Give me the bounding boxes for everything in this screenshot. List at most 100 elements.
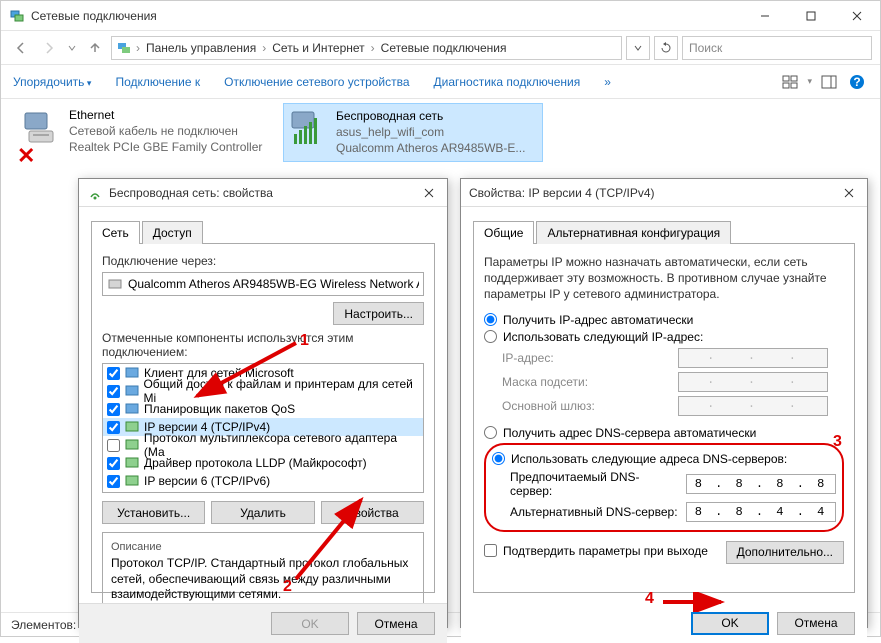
wifi-icon [288, 108, 328, 148]
dns-manual-radio[interactable]: Использовать следующие адреса DNS-сервер… [492, 452, 836, 466]
recent-button[interactable] [65, 36, 79, 60]
dns-pref-label: Предпочитаемый DNS-сервер: [510, 470, 680, 498]
dialog-title: Свойства: IP версии 4 (TCP/IPv4) [469, 186, 839, 200]
checkbox[interactable] [107, 403, 120, 416]
desc-text: Протокол TCP/IP. Стандартный протокол гл… [111, 556, 415, 603]
close-button[interactable] [419, 183, 439, 203]
dns-auto-radio[interactable]: Получить адрес DNS-сервера автоматически [484, 426, 844, 440]
network-icon [116, 40, 132, 56]
more-menu[interactable]: » [604, 75, 611, 89]
preview-pane-button[interactable] [818, 71, 840, 93]
mask-label: Маска подсети: [502, 375, 672, 389]
cancel-button[interactable]: Отмена [777, 612, 855, 635]
wifi-device: Qualcomm Atheros AR9485WB-E... [336, 140, 525, 156]
network-icon [9, 8, 25, 24]
forward-button[interactable] [37, 36, 61, 60]
mask-input: . . . [678, 372, 828, 392]
ip-manual-radio[interactable]: Использовать следующий IP-адрес: [484, 330, 844, 344]
validate-checkbox[interactable] [484, 544, 497, 557]
configure-button[interactable]: Настроить... [333, 302, 424, 325]
breadcrumb[interactable]: › Панель управления › Сеть и Интернет › … [111, 36, 622, 60]
dialog-title: Беспроводная сеть: свойства [109, 186, 419, 200]
protocol-icon [124, 455, 140, 471]
close-button[interactable] [839, 183, 859, 203]
service-icon [124, 401, 140, 417]
cancel-button[interactable]: Отмена [357, 612, 435, 635]
components-list[interactable]: Клиент для сетей Microsoft Общий доступ … [102, 363, 424, 493]
help-button[interactable]: ? [846, 71, 868, 93]
ethernet-device: Realtek PCIe GBE Family Controller [69, 139, 262, 155]
tab-general[interactable]: Общие [473, 221, 534, 244]
list-item: Общий доступ к файлам и принтерам для се… [103, 382, 423, 400]
dropdown-button[interactable] [626, 36, 650, 60]
tab-access[interactable]: Доступ [142, 221, 203, 244]
tab-alt[interactable]: Альтернативная конфигурация [536, 221, 731, 244]
disable-device-menu[interactable]: Отключение сетевого устройства [224, 75, 409, 89]
ip-input: . . . [678, 348, 828, 368]
wifi-adapter-item[interactable]: Беспроводная сеть asus_help_wifi_com Qua… [283, 103, 543, 162]
chevron-right-icon: › [134, 41, 142, 55]
adapter-name: Qualcomm Atheros AR9485WB-EG Wireless Ne… [128, 277, 419, 291]
description-box: Описание Протокол TCP/IP. Стандартный пр… [102, 532, 424, 606]
wifi-status: asus_help_wifi_com [336, 124, 525, 140]
breadcrumb-network[interactable]: Сеть и Интернет [270, 41, 366, 55]
nav-toolbar: › Панель управления › Сеть и Интернет › … [1, 31, 880, 65]
search-input[interactable]: Поиск [682, 36, 872, 60]
ethernet-icon [21, 107, 61, 147]
service-icon [124, 383, 139, 399]
minimize-button[interactable] [742, 1, 788, 31]
connect-via-label: Подключение через: [102, 254, 424, 268]
wifi-icon [87, 185, 103, 201]
protocol-icon [124, 437, 140, 453]
checkbox[interactable] [107, 457, 120, 470]
desc-title: Описание [111, 541, 415, 553]
properties-button[interactable]: Свойства [321, 501, 424, 524]
install-button[interactable]: Установить... [102, 501, 205, 524]
gateway-label: Основной шлюз: [502, 399, 672, 413]
protocol-icon [124, 473, 140, 489]
client-icon [124, 365, 140, 381]
status-count: Элементов: [11, 618, 76, 632]
diagnose-menu[interactable]: Диагностика подключения [434, 75, 581, 89]
checkbox[interactable] [107, 385, 120, 398]
dialog-titlebar: Свойства: IP версии 4 (TCP/IPv4) [461, 179, 867, 207]
breadcrumb-root[interactable]: Панель управления [144, 41, 258, 55]
breadcrumb-leaf[interactable]: Сетевые подключения [379, 41, 509, 55]
dialog-titlebar: Беспроводная сеть: свойства [79, 179, 447, 207]
ethernet-status: Сетевой кабель не подключен [69, 123, 262, 139]
back-button[interactable] [9, 36, 33, 60]
checkbox[interactable] [107, 421, 120, 434]
ok-button[interactable]: OK [271, 612, 349, 635]
components-label: Отмеченные компоненты используются этим … [102, 331, 424, 359]
remove-button[interactable]: Удалить [211, 501, 314, 524]
checkbox[interactable] [107, 367, 120, 380]
refresh-button[interactable] [654, 36, 678, 60]
checkbox[interactable] [107, 439, 120, 452]
command-bar: Упорядочить Подключение к Отключение сет… [1, 65, 880, 99]
ok-button[interactable]: OK [691, 612, 769, 635]
wifi-name: Беспроводная сеть [336, 108, 525, 124]
ethernet-adapter-item[interactable]: Ethernet Сетевой кабель не подключен Rea… [17, 103, 277, 160]
maximize-button[interactable] [788, 1, 834, 31]
disconnected-icon: ✕ [17, 143, 35, 169]
adapter-field: Qualcomm Atheros AR9485WB-EG Wireless Ne… [102, 272, 424, 296]
list-item: Протокол мультиплексора сетевого адаптер… [103, 436, 423, 454]
connect-to-menu[interactable]: Подключение к [115, 75, 200, 89]
tab-network[interactable]: Сеть [91, 221, 140, 244]
dns-pref-input[interactable] [686, 474, 836, 494]
protocol-icon [124, 419, 140, 435]
annotation-circle: Использовать следующие адреса DNS-сервер… [484, 443, 844, 532]
view-button[interactable] [779, 71, 801, 93]
ipv4-properties-dialog: Свойства: IP версии 4 (TCP/IPv4) Общие А… [460, 178, 868, 628]
ethernet-name: Ethernet [69, 107, 262, 123]
list-item: IP версии 6 (TCP/IPv6) [103, 472, 423, 490]
chevron-right-icon: › [369, 41, 377, 55]
intro-text: Параметры IP можно назначать автоматичес… [484, 254, 844, 303]
up-button[interactable] [83, 36, 107, 60]
checkbox[interactable] [107, 475, 120, 488]
advanced-button[interactable]: Дополнительно... [726, 541, 844, 564]
close-button[interactable] [834, 1, 880, 31]
dns-alt-input[interactable] [686, 502, 836, 522]
ip-auto-radio[interactable]: Получить IP-адрес автоматически [484, 313, 844, 327]
organize-menu[interactable]: Упорядочить [13, 75, 91, 89]
